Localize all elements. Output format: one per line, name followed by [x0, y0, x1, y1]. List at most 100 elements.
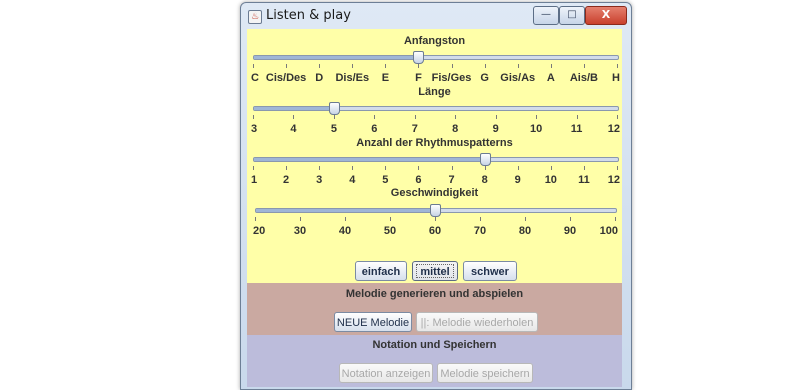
settings-panel: Anfangston Länge Anzahl der Rhythmuspatt…: [247, 29, 622, 283]
anfangston-tick: [319, 64, 321, 68]
laenge-tick-label: 3: [251, 123, 258, 135]
geschwindigkeit-tick-label: 70: [473, 225, 487, 237]
laenge-tick: [576, 115, 578, 119]
anfangston-tick: [352, 64, 354, 68]
rhythmus-tick-label: 10: [544, 174, 557, 186]
anfangston-track[interactable]: [253, 55, 619, 60]
geschwindigkeit-tick-label: 30: [293, 225, 307, 237]
rhythmus-tick-label: 3: [316, 174, 323, 186]
rhythmus-tick-label: 6: [415, 174, 422, 186]
laenge-tick-label: 8: [452, 123, 459, 135]
geschwindigkeit-tick: [570, 217, 571, 221]
anfangston-tick-label: Gis/As: [500, 72, 536, 84]
laenge-tick: [374, 115, 376, 119]
anfangston-tick-label: C: [251, 72, 259, 84]
anfangston-tick: [451, 64, 453, 68]
anfangston-tick: [583, 64, 585, 68]
laenge-tick-label: 11: [570, 123, 583, 135]
rhythmus-tick: [418, 166, 420, 170]
anfangston-tick: [617, 64, 618, 68]
anfangston-tick-label: Dis/Es: [335, 72, 370, 84]
rhythmus-tick-label: 11: [578, 174, 590, 186]
rhythmus-tick: [286, 166, 288, 170]
laenge-thumb[interactable]: [328, 102, 340, 115]
mittel-button[interactable]: mittel: [412, 261, 458, 281]
close-button[interactable]: X: [585, 6, 627, 25]
laenge-tick: [495, 115, 497, 119]
geschwindigkeit-tick-label: 90: [563, 225, 577, 237]
anfangston-tick: [550, 64, 552, 68]
anfangston-tick-label: F: [415, 72, 422, 84]
rhythmus-tick-label: 7: [448, 174, 455, 186]
rhythmus-tick-label: 8: [481, 174, 488, 186]
anfangston-title: Anfangston: [403, 35, 466, 47]
laenge-tick-label: 5: [330, 123, 337, 135]
new-melody-button[interactable]: NEUE Melodie: [334, 312, 412, 332]
laenge-tick: [253, 115, 254, 119]
laenge-tick: [455, 115, 457, 119]
notation-section-title: Notation und Speichern: [372, 339, 497, 351]
geschwindigkeit-tick: [345, 217, 346, 221]
laenge-tick: [293, 115, 295, 119]
rhythmus-tick-label: 9: [514, 174, 521, 186]
rhythmus-tick-label: 2: [283, 174, 290, 186]
laenge-tick-label: 6: [371, 123, 378, 135]
rhythmus-track-fill: [254, 158, 486, 161]
geschwindigkeit-track-fill: [256, 209, 436, 212]
geschwindigkeit-thumb[interactable]: [430, 204, 441, 217]
rhythmus-tick: [319, 166, 321, 170]
geschwindigkeit-tick: [390, 217, 391, 221]
anfangston-tick-label: D: [315, 72, 324, 84]
rhythmus-tick-label: 4: [349, 174, 356, 186]
anfangston-tick: [253, 64, 254, 68]
anfangston-tick-label: A: [546, 72, 555, 84]
melody-panel: Melodie generieren und abspielen NEUE Me…: [247, 283, 622, 349]
rhythmus-title: Anzahl der Rhythmuspatterns: [356, 137, 513, 149]
anfangston-thumb[interactable]: [413, 51, 425, 64]
laenge-tick-label: 10: [529, 123, 543, 135]
repeat-melody-button[interactable]: ||: Melodie wiederholen :||: [416, 312, 538, 349]
rhythmus-tick: [385, 166, 387, 170]
laenge-title: Länge: [418, 86, 451, 98]
anfangston-tick-label: H: [612, 72, 620, 84]
laenge-track-fill: [254, 107, 335, 110]
geschwindigkeit-tick: [255, 217, 256, 221]
anfangston-tick: [517, 64, 519, 68]
anfangston-tick-label: Fis/Ges: [431, 72, 472, 84]
rhythmus-tick: [352, 166, 354, 170]
java-app-icon[interactable]: ♨: [248, 10, 262, 24]
geschwindigkeit-tick: [300, 217, 301, 221]
rhythmus-track[interactable]: [253, 157, 619, 162]
laenge-tick-label: 9: [492, 123, 499, 135]
einfach-button[interactable]: einfach: [355, 261, 407, 281]
geschwindigkeit-title: Geschwindigkeit: [390, 187, 479, 199]
laenge-tick-label: 7: [411, 123, 418, 135]
minimize-button[interactable]: —: [533, 6, 559, 25]
window-title: Listen & play: [266, 8, 351, 23]
anfangston-tick: [385, 64, 387, 68]
laenge-track[interactable]: [253, 106, 619, 111]
rhythmus-tick: [517, 166, 519, 170]
anfangston-tick-label: G: [480, 72, 489, 84]
laenge-tick-label: 12: [607, 123, 620, 135]
anfangston-tick: [418, 64, 420, 68]
anfangston-tick-label: E: [381, 72, 390, 84]
maximize-button[interactable]: □: [559, 6, 585, 25]
save-melody-button[interactable]: Melodie speichern: [437, 363, 533, 383]
show-notation-button[interactable]: Notation anzeigen: [339, 363, 433, 383]
laenge-tick: [536, 115, 538, 119]
geschwindigkeit-tick-label: 60: [428, 225, 442, 237]
rhythmus-tick: [617, 166, 618, 170]
app-window: ♨ Listen & play — □ X Anfangston Länge A…: [240, 2, 632, 390]
rhythmus-tick: [451, 166, 453, 170]
geschwindigkeit-tick-label: 20: [253, 225, 266, 237]
title-bar[interactable]: ♨ Listen & play — □ X: [241, 3, 631, 29]
geschwindigkeit-tick: [480, 217, 481, 221]
rhythmus-tick-label: 1: [251, 174, 258, 186]
melody-section-title: Melodie generieren und abspielen: [345, 288, 524, 300]
geschwindigkeit-tick: [615, 217, 616, 221]
schwer-button[interactable]: schwer: [463, 261, 517, 281]
client-area: Anfangston Länge Anzahl der Rhythmuspatt…: [247, 29, 622, 387]
geschwindigkeit-tick: [435, 217, 436, 221]
rhythmus-thumb[interactable]: [479, 153, 491, 166]
